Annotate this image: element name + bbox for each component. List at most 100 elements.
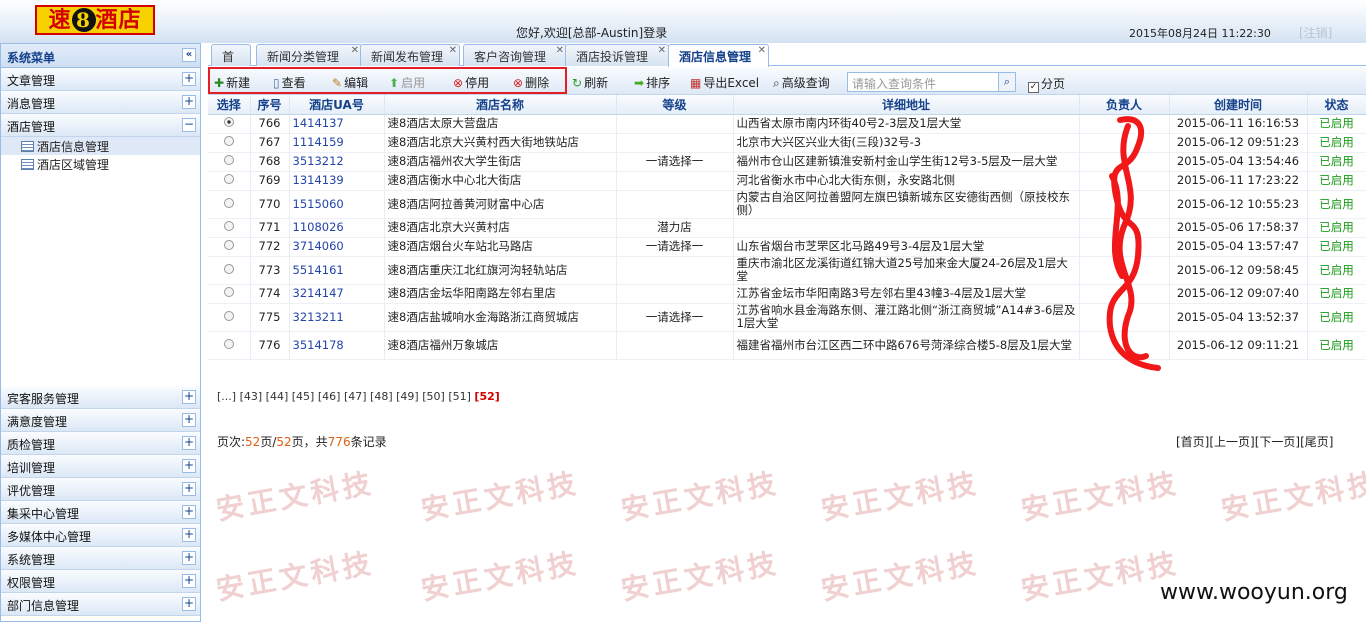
checkbox-checked-icon[interactable]: ✓ <box>1028 82 1039 93</box>
col-header-level[interactable]: 等级 <box>616 95 734 115</box>
page-number-link[interactable]: [46] <box>318 390 341 403</box>
close-icon[interactable]: ✕ <box>658 45 666 56</box>
row-radio[interactable] <box>223 263 234 274</box>
sidebar-menu-item[interactable]: 评优管理 + <box>1 478 200 501</box>
col-header-created[interactable]: 创建时间 <box>1169 95 1308 115</box>
row-select-cell[interactable] <box>208 218 251 238</box>
page-number-link[interactable]: [43] <box>240 390 263 403</box>
col-header-ua[interactable]: 酒店UA号 <box>289 95 385 115</box>
col-header-index[interactable]: 序号 <box>250 95 290 115</box>
sidebar-menu-item[interactable]: 满意度管理 + <box>1 409 200 432</box>
page-number-link[interactable]: [50] <box>422 390 445 403</box>
collapse-icon[interactable]: − <box>182 118 196 132</box>
page-number-link[interactable]: [47] <box>344 390 367 403</box>
row-select-cell[interactable] <box>208 284 251 304</box>
page-number-link[interactable]: [48] <box>370 390 393 403</box>
tab-hotel-info[interactable]: 酒店信息管理 ✕ <box>668 44 769 67</box>
page-number-link[interactable]: [44] <box>266 390 289 403</box>
expand-icon[interactable]: + <box>182 72 196 86</box>
sidebar-menu-item[interactable]: 宾客服务管理 + <box>1 386 200 409</box>
expand-icon[interactable]: + <box>182 528 196 542</box>
sidebar-subitem[interactable]: 酒店信息管理 <box>1 137 200 155</box>
row-radio[interactable] <box>223 221 234 231</box>
table-row[interactable]: 768 3513212 速8酒店福州农大学生街店 一请选择一 福州市仓山区建新镇淮安新村… <box>208 152 1366 172</box>
row-radio[interactable] <box>223 174 234 184</box>
page-number-link[interactable]: [45] <box>292 390 315 403</box>
table-row[interactable]: 766 1414137 速8酒店太原大营盘店 山西省太原市南内环街40号2-3层及1层… <box>208 114 1366 134</box>
sidebar-menu-item[interactable]: 质检管理 + <box>1 432 200 455</box>
sort-button[interactable]: ➡ 排序 <box>634 74 670 91</box>
expand-icon[interactable]: + <box>182 436 196 450</box>
expand-icon[interactable]: + <box>182 551 196 565</box>
search-icon[interactable]: ⌕ <box>998 73 1015 91</box>
expand-icon[interactable]: + <box>182 459 196 473</box>
prev-page-link[interactable]: [上一页] <box>1209 435 1254 449</box>
expand-icon[interactable]: + <box>182 390 196 404</box>
page-number-link[interactable]: [...] <box>217 390 236 403</box>
row-radio[interactable] <box>223 310 234 321</box>
tab-hotel-complaint[interactable]: 酒店投诉管理 ✕ <box>565 44 669 66</box>
row-radio[interactable] <box>223 197 234 208</box>
sidebar-menu-item[interactable]: 集采中心管理 + <box>1 501 200 524</box>
table-row[interactable]: 774 3214147 速8酒店金坛华阳南路左邻右里店 江苏省金坛市华阳南路3号左邻右… <box>208 284 1366 304</box>
table-row[interactable]: 772 3714060 速8酒店烟台火车站北马路店 一请选择一 山东省烟台市芝罘区北马路… <box>208 237 1366 257</box>
row-select-cell[interactable] <box>208 114 251 134</box>
expand-icon[interactable]: + <box>182 482 196 496</box>
collapse-sidebar-icon[interactable]: « <box>182 48 196 62</box>
refresh-button[interactable]: ↻ 刷新 <box>572 74 608 91</box>
export-excel-button[interactable]: ▦ 导出Excel <box>690 74 759 91</box>
row-select-cell[interactable] <box>208 152 251 172</box>
first-page-link[interactable]: [首页] <box>1176 435 1209 449</box>
table-row[interactable]: 767 1114159 速8酒店北京大兴黄村西大街地铁站店 北京市大兴区兴业大街(三段… <box>208 133 1366 153</box>
row-select-cell[interactable] <box>208 133 251 153</box>
page-number-link[interactable]: [49] <box>396 390 419 403</box>
expand-icon[interactable]: + <box>182 574 196 588</box>
sidebar-menu-item[interactable]: 多媒体中心管理 + <box>1 524 200 547</box>
row-select-cell[interactable] <box>208 256 251 285</box>
paging-checkbox[interactable]: ✓ 分页 <box>1028 75 1065 93</box>
col-header-status[interactable]: 状态 <box>1307 95 1366 115</box>
row-select-cell[interactable] <box>208 303 251 332</box>
sidebar-menu-item[interactable]: 权限管理 + <box>1 570 200 593</box>
sidebar-menu-item[interactable]: 文章管理 + <box>1 68 200 91</box>
sidebar-menu-item[interactable]: 培训管理 + <box>1 455 200 478</box>
table-row[interactable]: 771 1108026 速8酒店北京大兴黄村店 潜力店 2015-05-06 17:58… <box>208 218 1366 238</box>
row-select-cell[interactable] <box>208 331 251 360</box>
sidebar-menu-item[interactable]: 消息管理 + <box>1 91 200 114</box>
row-radio[interactable] <box>223 338 234 349</box>
row-radio[interactable] <box>223 240 234 250</box>
tab-customer-consult[interactable]: 客户咨询管理 ✕ <box>463 44 567 66</box>
expand-icon[interactable]: + <box>182 597 196 611</box>
sidebar-menu-item[interactable]: 部门信息管理 + <box>1 593 200 616</box>
table-row[interactable]: 773 5514161 速8酒店重庆江北红旗河沟轻轨站店 重庆市渝北区龙溪街道红锦大道… <box>208 256 1366 285</box>
sidebar-menu-item[interactable]: 酒店管理 − <box>1 114 200 137</box>
row-radio[interactable] <box>223 287 234 297</box>
tab-home[interactable]: 首页 <box>211 44 251 81</box>
table-row[interactable]: 770 1515060 速8酒店阿拉善黄河财富中心店 内蒙古自治区阿拉善盟阿左旗巴镇新… <box>208 190 1366 219</box>
expand-icon[interactable]: + <box>182 505 196 519</box>
tab-news-publish[interactable]: 新闻发布管理 ✕ <box>360 44 460 66</box>
row-radio[interactable] <box>223 117 234 127</box>
tab-news-category[interactable]: 新闻分类管理 ✕ <box>256 44 362 66</box>
close-icon[interactable]: ✕ <box>351 45 359 56</box>
close-icon[interactable]: ✕ <box>556 45 564 56</box>
page-number-link[interactable]: [51] <box>448 390 471 403</box>
expand-icon[interactable]: + <box>182 95 196 109</box>
col-header-address[interactable]: 详细地址 <box>733 95 1080 115</box>
row-select-cell[interactable] <box>208 171 251 191</box>
expand-icon[interactable]: + <box>182 413 196 427</box>
col-header-manager[interactable]: 负责人 <box>1079 95 1170 115</box>
close-icon[interactable]: ✕ <box>758 45 766 56</box>
sidebar-menu-item[interactable]: 系统管理 + <box>1 547 200 570</box>
logout-link[interactable]: [注销] <box>1299 24 1332 41</box>
advanced-search-button[interactable]: ⌕ 高级查询 <box>773 74 830 91</box>
row-radio[interactable] <box>223 155 234 165</box>
row-select-cell[interactable] <box>208 190 251 219</box>
table-row[interactable]: 769 1314139 速8酒店衡水中心北大街店 河北省衡水市中心北大街东侧，永安路北… <box>208 171 1366 191</box>
last-page-link[interactable]: [尾页] <box>1300 435 1333 449</box>
search-input[interactable]: 请输入查询条件 <box>847 72 1016 92</box>
sidebar-subitem[interactable]: 酒店区域管理 <box>1 155 200 173</box>
table-row[interactable]: 775 3213211 速8酒店盐城响水金海路浙江商贸城店 一请选择一 江苏省响水县金海… <box>208 303 1366 332</box>
next-page-link[interactable]: [下一页] <box>1255 435 1300 449</box>
row-radio[interactable] <box>223 136 234 146</box>
